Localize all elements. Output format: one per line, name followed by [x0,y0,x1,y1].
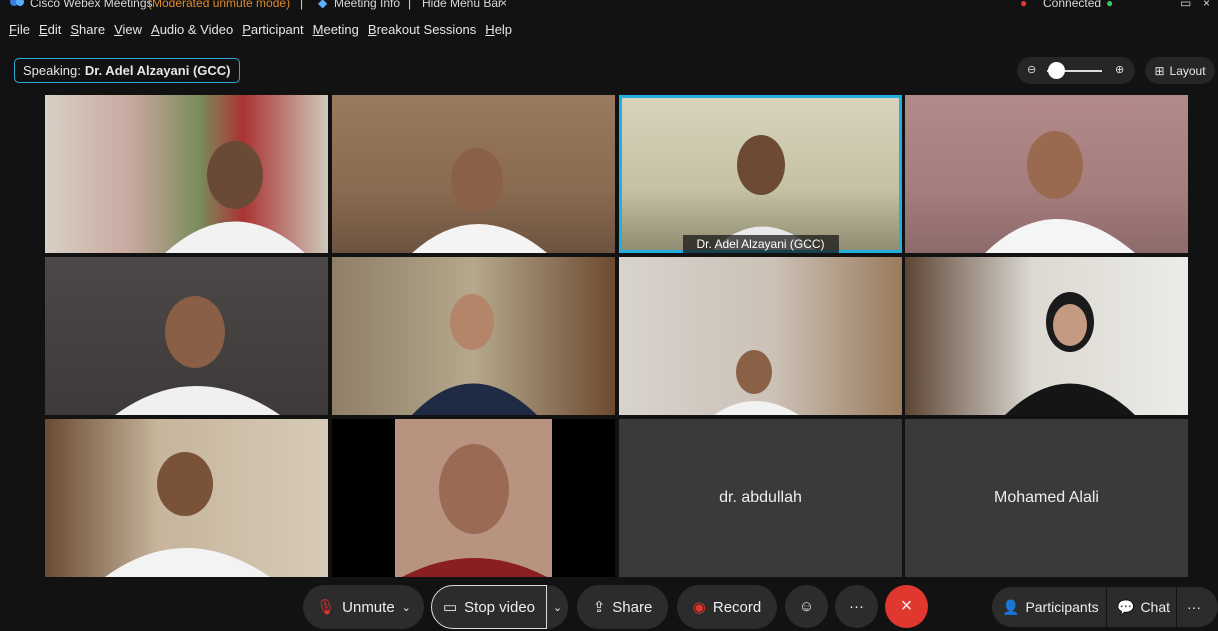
participant-silhouette [412,148,547,253]
participant-name-label: Dr. Adel Alzayani (GCC) [682,235,839,253]
menu-breakout-sessions[interactable]: Breakout Sessions [368,22,476,37]
grid-layout-icon: ⊞ [1154,63,1165,78]
hide-menu-bar[interactable]: Hide Menu Bar [422,0,502,10]
participant-silhouette [412,294,537,415]
video-grid: Dr. Adel Alzayani (GCC) dr. abdullah Moh… [45,95,1188,577]
participant-name: Mohamed Alali [994,489,1099,506]
layout-label: Layout [1169,63,1206,78]
chevron-down-icon: ⌄ [552,601,563,614]
menu-file[interactable]: File [9,22,30,37]
participant-video[interactable] [905,257,1188,415]
moderation-mode: (Moderated unmute mode) [148,0,291,10]
participant-video-active-speaker[interactable]: Dr. Adel Alzayani (GCC) [619,95,902,253]
record-button[interactable]: ◉ Record [677,585,777,629]
share-label: Share [612,598,653,616]
menu-help[interactable]: Help [485,22,512,37]
zoom-control[interactable]: ⊖ ⊕ [1017,57,1135,84]
connection-ok-icon: ● [1106,0,1114,10]
share-button[interactable]: ⇪ Share [577,585,668,629]
title-separator: | [408,0,412,10]
participant-silhouette [115,296,280,415]
participant-video[interactable] [332,419,615,577]
speaking-name: Dr. Adel Alzayani (GCC) [84,63,231,78]
meeting-info-link[interactable]: Meeting Info [334,0,400,10]
unmute-label: Unmute [342,598,395,616]
participant-video[interactable] [905,95,1188,253]
participant-tile-no-video[interactable]: Mohamed Alali [905,419,1188,577]
meeting-controls: 🎙 Unmute ⌄ ▭ Stop video ⌄ ⇪ Share ◉ Reco… [0,585,1218,629]
more-options-button[interactable]: ··· [835,585,878,628]
zoom-slider-knob[interactable] [1048,62,1065,79]
more-options-label: ··· [849,598,864,615]
chevron-down-icon[interactable]: ⌄ [402,601,411,614]
menu-meeting[interactable]: Meeting [313,22,359,37]
menu-share[interactable]: Share [70,22,105,37]
menu-bar: File Edit Share View Audio & Video Parti… [0,16,1218,42]
participant-silhouette [165,141,305,253]
participant-silhouette [709,135,819,253]
panel-overflow-label: ··· [1187,599,1201,615]
participants-button[interactable]: 👤 Participants [992,587,1106,627]
title-bar: Cisco Webex Meetings (Moderated unmute m… [0,0,1218,12]
title-separator: | [300,0,304,10]
participant-silhouette [105,452,270,577]
stop-video-button[interactable]: ▭ Stop video [431,585,547,629]
video-options-button[interactable]: ⌄ [547,585,568,629]
webex-logo-icon [10,0,24,6]
participant-video[interactable] [332,257,615,415]
video-camera-icon: ▭ [442,599,458,616]
layout-button[interactable]: ⊞ Layout [1145,57,1215,84]
connection-status: Connected [1043,0,1102,10]
unmute-button[interactable]: 🎙 Unmute ⌄ [303,585,424,629]
participant-silhouette [714,350,799,415]
participant-name: dr. abdullah [719,489,802,506]
participant-video[interactable] [332,95,615,253]
participant-video[interactable] [45,95,328,253]
meeting-info-icon[interactable]: ◆ [318,0,327,10]
close-window-icon[interactable]: × [1203,0,1210,10]
menu-audio-video[interactable]: Audio & Video [151,22,233,37]
participant-video[interactable] [619,257,902,415]
participant-silhouette [985,131,1135,253]
leave-meeting-button[interactable]: × [885,585,928,628]
participant-silhouette [1005,292,1135,415]
chat-label: Chat [1140,599,1171,615]
connection-status-icon: ● [1020,0,1028,10]
participant-video[interactable] [45,419,328,577]
restore-window-icon[interactable]: ▭ [1180,0,1191,10]
zoom-in-icon[interactable]: ⊕ [1115,63,1124,76]
microphone-muted-icon: 🎙 [316,599,336,616]
speaking-label: Speaking: [23,63,81,78]
record-label: Record [712,598,762,616]
participants-icon: 👤 [1002,598,1020,615]
menu-view[interactable]: View [114,22,142,37]
smiley-icon: ☺ [798,598,815,615]
active-speaker-indicator: Speaking: Dr. Adel Alzayani (GCC) [14,58,240,83]
chat-icon: 💬 [1117,598,1135,615]
app-title: Cisco Webex Meetings [30,0,153,10]
menu-edit[interactable]: Edit [39,22,61,37]
hide-menu-close-icon[interactable]: × [500,0,507,10]
participants-label: Participants [1025,599,1099,615]
participant-silhouette [395,419,552,577]
record-icon: ◉ [692,599,706,616]
participant-video[interactable] [45,257,328,415]
zoom-out-icon[interactable]: ⊖ [1027,63,1036,76]
reactions-button[interactable]: ☺ [785,585,828,628]
participant-tile-no-video[interactable]: dr. abdullah [619,419,902,577]
share-icon: ⇪ [592,599,606,616]
stop-video-label: Stop video [464,598,536,616]
close-icon: × [900,595,913,617]
chat-button[interactable]: 💬 Chat [1107,587,1176,627]
menu-participant[interactable]: Participant [242,22,303,37]
panel-overflow-button[interactable]: ··· [1177,587,1218,627]
